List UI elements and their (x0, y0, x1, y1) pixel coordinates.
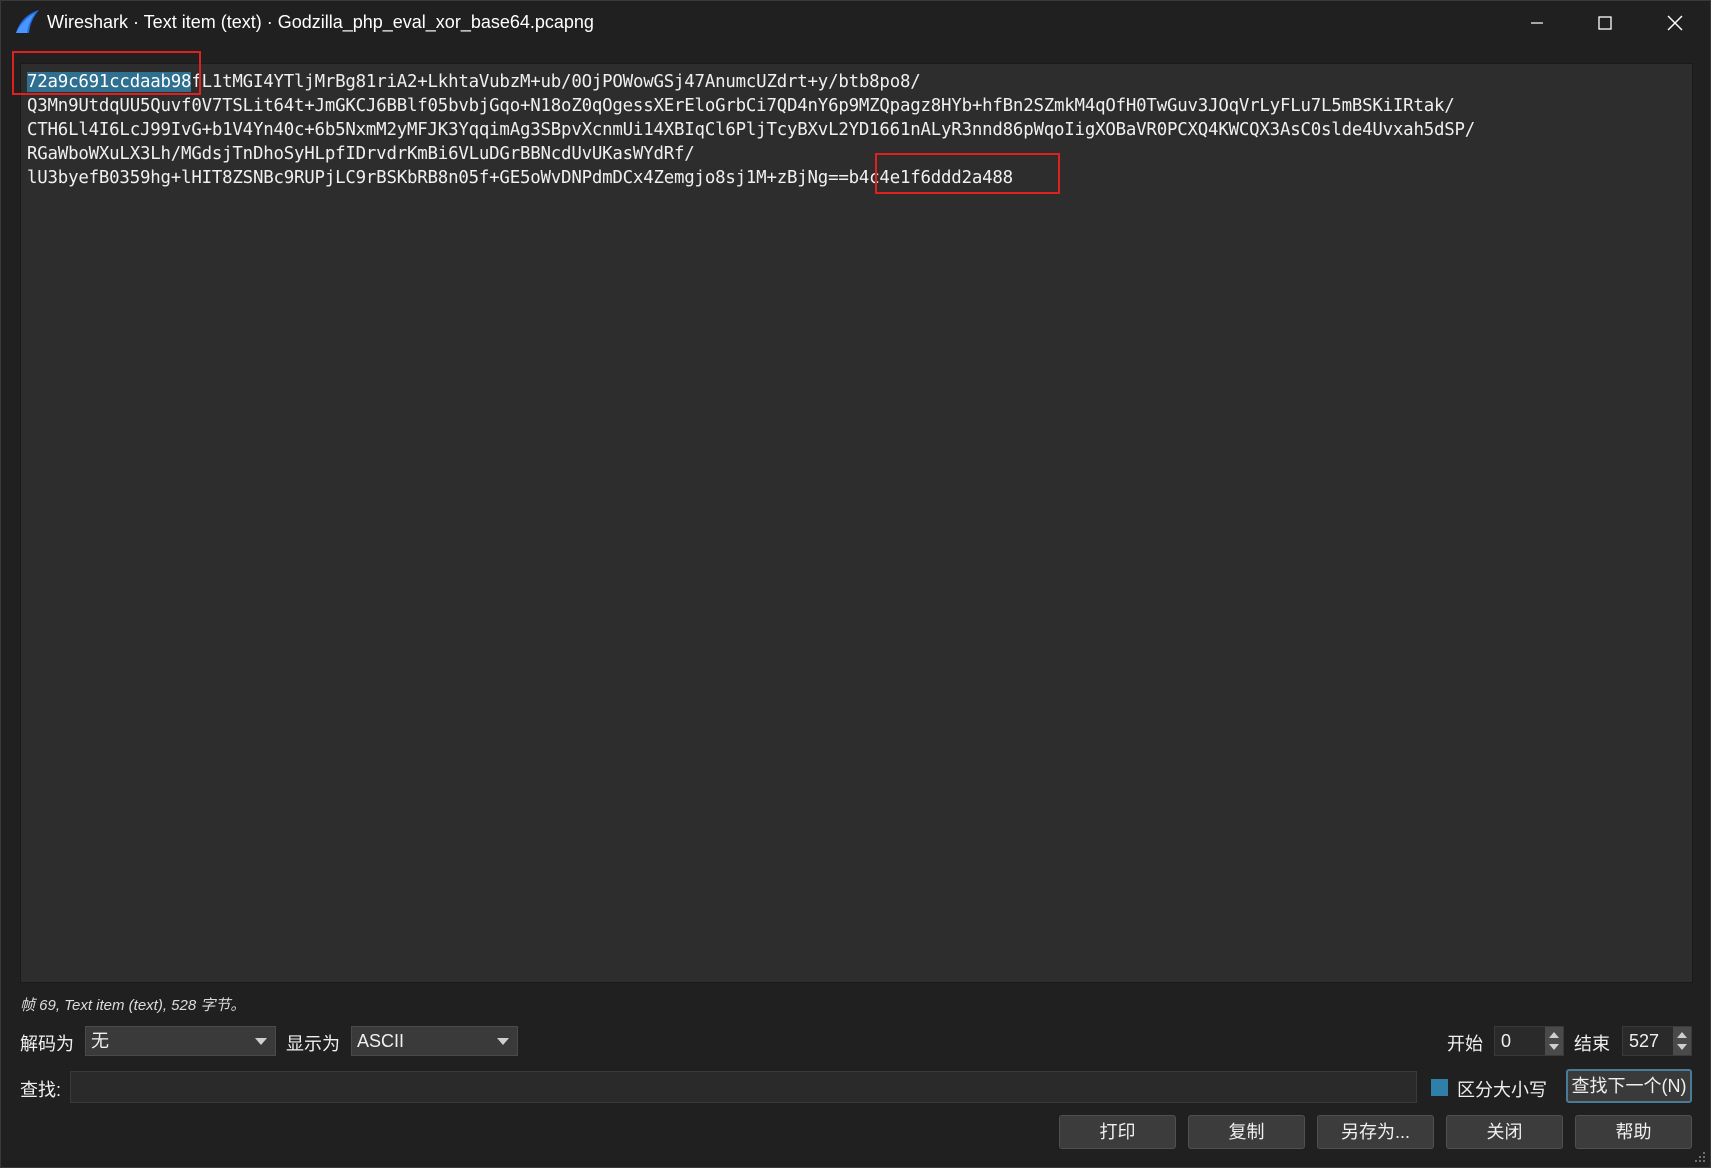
spin-down-icon[interactable] (1549, 1044, 1559, 1050)
show-as-select[interactable]: ASCII (351, 1026, 518, 1056)
find-input[interactable] (70, 1071, 1417, 1103)
close-icon (1667, 15, 1683, 31)
copy-button[interactable]: 复制 (1188, 1115, 1305, 1149)
spin-down-icon[interactable] (1677, 1044, 1687, 1050)
start-value: 0 (1501, 1031, 1512, 1051)
maximize-button[interactable] (1570, 1, 1640, 45)
chevron-down-icon (255, 1038, 267, 1045)
minimize-button[interactable] (1502, 1, 1572, 45)
decode-select[interactable]: 无 (85, 1026, 276, 1056)
find-next-button[interactable]: 查找下一个(N) (1566, 1069, 1692, 1103)
end-spin-buttons[interactable] (1673, 1027, 1691, 1055)
text-content[interactable]: 72a9c691ccdaab98fL1tMGI4YTljMrBg81riA2+L… (27, 70, 1686, 190)
highlight-box-prefix (12, 51, 201, 95)
status-text: 帧 69, Text item (text), 528 字节。 (20, 997, 246, 1014)
spin-up-icon[interactable] (1677, 1032, 1687, 1038)
show-as-select-value: ASCII (357, 1031, 405, 1051)
wireshark-fin-icon (16, 10, 39, 33)
help-button[interactable]: 帮助 (1575, 1115, 1692, 1149)
text-line-4: RGaWboWXuLX3Lh/MGdsjTnDhoSyHLpfIDrvdrKmB… (27, 144, 695, 164)
chevron-down-icon (497, 1038, 509, 1045)
end-spinbox[interactable]: 527 (1622, 1026, 1692, 1056)
case-sensitive-label[interactable]: 区分大小写 (1457, 1076, 1547, 1102)
text-line-3: CTH6Ll4I6LcJ99IvG+b1V4Yn40c+6b5NxmM2yMFJ… (27, 120, 1476, 140)
case-sensitive-checkbox[interactable] (1431, 1079, 1448, 1096)
text-item-dialog: Wireshark · Text item (text) · Godzilla_… (0, 0, 1711, 1168)
window-title: Wireshark · Text item (text) · Godzilla_… (47, 12, 594, 32)
start-label: 开始 (1447, 1034, 1483, 1054)
text-content-area[interactable]: 72a9c691ccdaab98fL1tMGI4YTljMrBg81riA2+L… (20, 63, 1693, 983)
end-label: 结束 (1574, 1034, 1610, 1054)
minimize-icon (1531, 22, 1543, 24)
start-spinbox[interactable]: 0 (1494, 1026, 1564, 1056)
show-as-label: 显示为 (286, 1034, 340, 1054)
resize-grip-icon[interactable] (1692, 1149, 1706, 1163)
decode-label: 解码为 (20, 1034, 74, 1054)
close-button[interactable]: 关闭 (1446, 1115, 1563, 1149)
maximize-icon (1598, 16, 1612, 30)
find-label: 查找: (20, 1080, 62, 1100)
text-line-1: fL1tMGI4YTljMrBg81riA2+LkhtaVubzM+ub/0Oj… (191, 72, 921, 92)
decode-select-value: 无 (91, 1031, 109, 1051)
save-as-button[interactable]: 另存为... (1317, 1115, 1434, 1149)
highlight-box-suffix (875, 153, 1060, 194)
title-bar[interactable]: Wireshark · Text item (text) · Godzilla_… (1, 1, 1710, 45)
start-spin-buttons[interactable] (1545, 1027, 1563, 1055)
text-line-5: lU3byefB0359hg+lHIT8ZSNBc9RUPjLC9rBSKbRB… (27, 168, 849, 188)
text-line-2: Q3Mn9UtdqUU5Quvf0V7TSLit64t+JmGKCJ6BBlf0… (27, 96, 1455, 116)
spin-up-icon[interactable] (1549, 1032, 1559, 1038)
end-value: 527 (1629, 1031, 1660, 1051)
close-window-button[interactable] (1640, 1, 1710, 45)
print-button[interactable]: 打印 (1059, 1115, 1176, 1149)
